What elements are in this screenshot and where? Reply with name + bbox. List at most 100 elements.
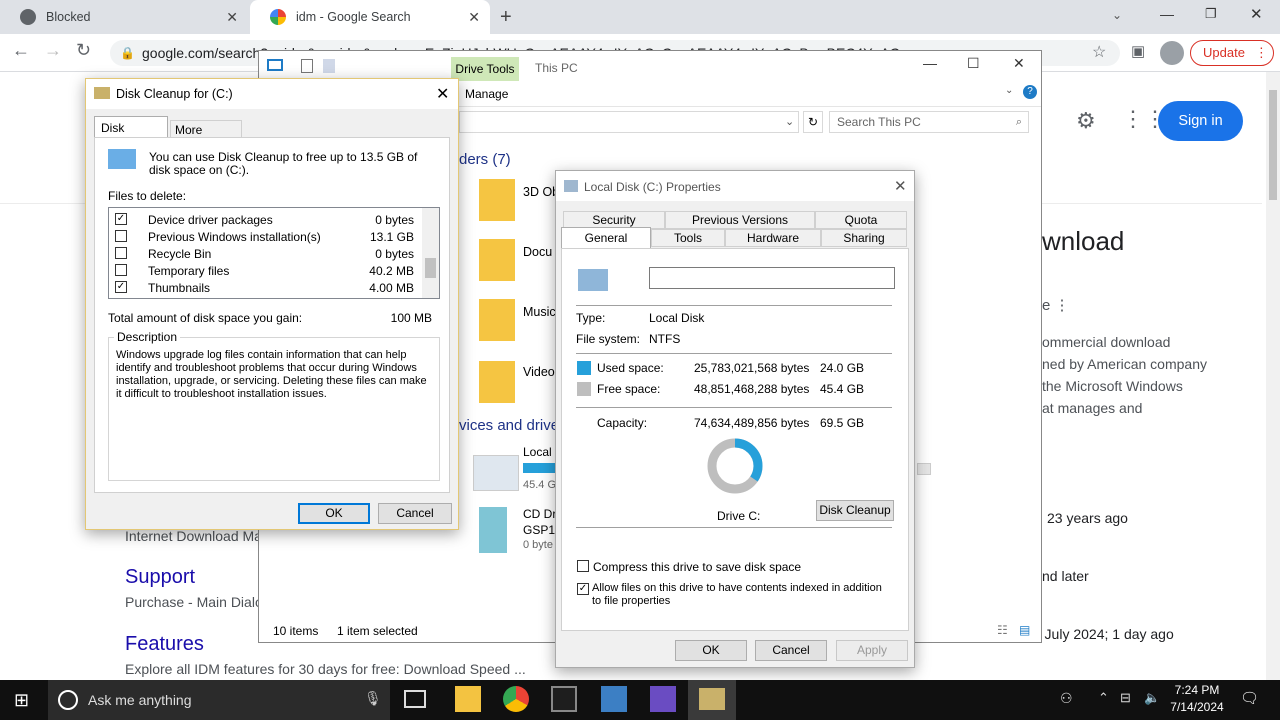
compress-checkbox[interactable] [577, 560, 589, 572]
profile-avatar[interactable] [1160, 41, 1184, 65]
tab-previous-versions[interactable]: Previous Versions [665, 211, 815, 229]
apply-button[interactable]: Apply [836, 640, 908, 661]
active-task[interactable] [688, 680, 736, 720]
index-checkbox[interactable]: ✓ [577, 583, 589, 595]
settings-gear-icon[interactable]: ⚙ [1076, 108, 1096, 134]
clock-date[interactable]: 7/14/2024 [1168, 700, 1226, 714]
app-taskbar-icon[interactable] [650, 686, 676, 712]
chrome-taskbar-icon[interactable] [503, 686, 529, 712]
taskbar-search-box[interactable]: Ask me anything 🎙 [48, 680, 390, 720]
file-size: 0 bytes [375, 213, 414, 227]
file-explorer-taskbar-icon[interactable] [455, 686, 481, 712]
files-list-scrollbar[interactable] [422, 208, 439, 298]
ok-button[interactable]: OK [675, 640, 747, 661]
tab-quota[interactable]: Quota [815, 211, 907, 229]
manage-tab[interactable]: Manage [465, 87, 508, 101]
maximize-icon[interactable]: ☐ [967, 55, 980, 72]
details-view-icon[interactable]: ☷ [997, 623, 1008, 637]
disk-cleanup-button[interactable]: Disk Cleanup [816, 500, 894, 521]
minimize-icon[interactable]: — [1160, 6, 1174, 22]
folders-header[interactable]: ders (7) [459, 151, 511, 168]
total-label: Total amount of disk space you gain: [108, 311, 303, 325]
tiles-view-icon[interactable]: ▤ [1019, 623, 1030, 637]
tab-more-options[interactable]: More Options [170, 120, 242, 151]
tab-search-icon[interactable]: ⌄ [1112, 8, 1122, 22]
show-hidden-icons[interactable]: ⌃ [1098, 690, 1109, 706]
file-size: 40.2 MB [369, 264, 414, 278]
knowledge-subtitle: e ⋮ [1042, 297, 1070, 314]
page-scrollbar[interactable] [1266, 72, 1280, 680]
drive-large-icon [578, 269, 608, 291]
checkbox[interactable] [115, 247, 127, 259]
image-viewer-taskbar-icon[interactable] [601, 686, 627, 712]
close-tab-icon[interactable]: ✕ [468, 9, 480, 26]
address-field[interactable] [459, 111, 799, 133]
tab-disk-cleanup[interactable]: Disk Cleanup [94, 116, 168, 149]
checkbox[interactable]: ✓ [115, 213, 127, 225]
task-view-icon[interactable] [404, 690, 426, 708]
cancel-button[interactable]: Cancel [755, 640, 827, 661]
volume-icon[interactable]: 🔈 [1144, 690, 1160, 706]
network-icon[interactable]: ⊟ [1120, 690, 1131, 706]
close-icon[interactable]: ✕ [894, 177, 907, 195]
cd-drive-label[interactable]: CD Dr [523, 507, 556, 521]
reload-icon[interactable]: ↻ [76, 40, 91, 61]
microphone-icon[interactable]: 🎙 [364, 690, 382, 707]
new-folder-icon[interactable] [323, 59, 335, 73]
ok-button[interactable]: OK [298, 503, 370, 524]
notification-icon[interactable]: 🗨 [1240, 689, 1259, 707]
cancel-button[interactable]: Cancel [378, 503, 452, 524]
tab-hardware[interactable]: Hardware [725, 229, 821, 247]
clock-time[interactable]: 7:24 PM [1172, 683, 1222, 697]
features-link[interactable]: Features [125, 633, 204, 656]
folder-label[interactable]: 3D Ob [523, 185, 559, 199]
side-panel-icon[interactable]: ▣ [1131, 42, 1145, 60]
help-icon[interactable]: ? [1023, 85, 1037, 99]
folder-label[interactable]: Video [523, 365, 555, 379]
tab-tools[interactable]: Tools [651, 229, 725, 247]
close-tab-icon[interactable]: ✕ [226, 9, 238, 26]
used-swatch [577, 361, 591, 375]
checkbox[interactable] [115, 230, 127, 242]
usage-donut [707, 438, 763, 494]
properties-icon[interactable] [301, 59, 313, 73]
people-icon[interactable]: ⚇ [1060, 690, 1073, 707]
minimize-icon[interactable]: — [923, 55, 937, 71]
snippet-line: the Microsoft Windows [1042, 378, 1183, 394]
checkbox[interactable]: ✓ [115, 281, 127, 293]
windows-start-icon[interactable]: ⊞ [14, 690, 29, 711]
devices-header[interactable]: vices and drive [459, 417, 559, 434]
refresh-icon[interactable]: ↻ [803, 111, 823, 133]
release-date: ) July 2024; 1 day ago [1036, 626, 1174, 642]
tab-sharing[interactable]: Sharing [821, 229, 907, 247]
address-dropdown-icon[interactable]: ⌄ [785, 115, 794, 128]
support-link[interactable]: Support [125, 566, 195, 589]
new-tab-button[interactable]: + [500, 6, 512, 29]
search-this-pc-input[interactable]: Search This PC ⌕ [829, 111, 1029, 133]
folder-label[interactable]: Docu [523, 245, 552, 259]
restore-icon[interactable]: ❐ [1205, 6, 1217, 22]
google-icon [270, 9, 286, 25]
bookmark-star-icon[interactable]: ☆ [1092, 42, 1106, 62]
checkbox[interactable] [115, 264, 127, 276]
knowledge-title: wnload [1042, 226, 1125, 256]
ribbon-drive-tools-tab[interactable]: Drive Tools [451, 57, 519, 81]
folder-label[interactable]: Music [523, 305, 556, 319]
local-disk-usage-bar [523, 463, 555, 473]
capacity-bytes: 74,634,489,856 bytes [694, 416, 810, 430]
file-name: Previous Windows installation(s) [148, 230, 321, 244]
terminal-taskbar-icon[interactable] [551, 686, 577, 712]
update-button[interactable]: Update ⋮ [1190, 40, 1274, 66]
close-icon[interactable]: ✕ [1250, 5, 1263, 23]
tab-blocked[interactable]: Blocked ✕ [0, 0, 248, 34]
tab-idm-search[interactable]: idm - Google Search ✕ [250, 0, 490, 34]
close-icon[interactable]: ✕ [1013, 55, 1025, 72]
drive-name-input[interactable] [649, 267, 895, 289]
sign-in-button[interactable]: Sign in [1158, 101, 1243, 141]
close-icon[interactable]: ✕ [436, 84, 449, 104]
forward-icon[interactable]: → [44, 40, 62, 61]
back-icon[interactable]: ← [12, 40, 30, 61]
local-disk-label[interactable]: Local [523, 445, 552, 459]
tab-general[interactable]: General [561, 227, 651, 249]
ribbon-expand-icon[interactable]: ⌄ [1005, 85, 1013, 96]
